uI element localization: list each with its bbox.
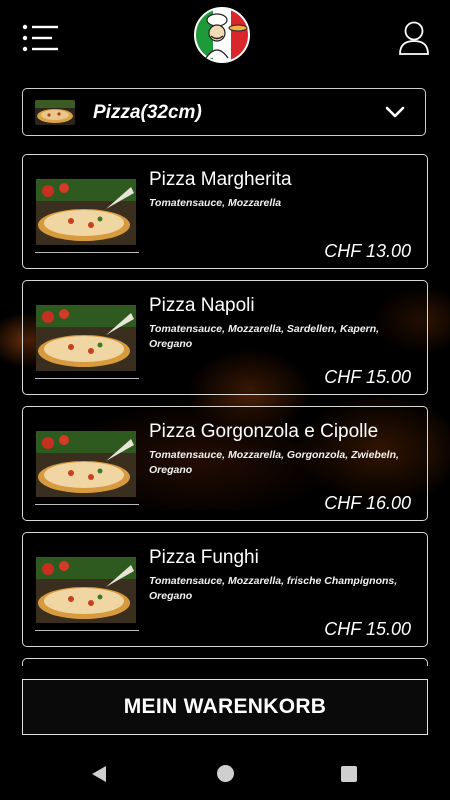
- pizza-image: [36, 557, 136, 623]
- user-account-icon[interactable]: [398, 20, 430, 56]
- product-card[interactable]: [22, 658, 428, 666]
- product-description: Tomatensauce, Mozzarella, Sardellen, Kap…: [149, 323, 380, 350]
- category-dropdown[interactable]: Pizza(32cm): [22, 88, 426, 136]
- pizza-thumbnail: [35, 100, 75, 125]
- image-divider: [35, 378, 139, 379]
- image-divider: [35, 252, 139, 253]
- product-price: CHF 13.00: [324, 241, 411, 261]
- home-icon[interactable]: [217, 765, 234, 782]
- image-divider: [35, 504, 139, 505]
- category-label: Pizza(32cm): [93, 102, 202, 123]
- product-card[interactable]: Pizza Funghi Tomatensauce, Mozzarella, f…: [22, 532, 428, 647]
- pizza-image: [36, 431, 136, 497]
- product-name: Pizza Funghi: [149, 547, 259, 568]
- cart-button[interactable]: MEIN WARENKORB: [22, 679, 428, 735]
- product-name: Pizza Gorgonzola e Cipolle: [149, 421, 379, 442]
- product-price: CHF 16.00: [324, 493, 411, 513]
- product-price: CHF 15.00: [324, 619, 411, 639]
- android-nav-bar: [0, 748, 450, 800]
- product-card[interactable]: Pizza Margherita Tomatensauce, Mozzarell…: [22, 154, 428, 269]
- product-card[interactable]: Pizza Gorgonzola e Cipolle Tomatensauce,…: [22, 406, 428, 521]
- chevron-down-icon: [385, 106, 405, 118]
- app-header: [0, 0, 450, 78]
- product-name: Pizza Margherita: [149, 169, 292, 190]
- product-description: Tomatensauce, Mozzarella, frische Champi…: [149, 575, 398, 602]
- menu-list-icon[interactable]: [22, 24, 60, 52]
- product-description: Tomatensauce, Mozzarella, Gorgonzola, Zw…: [149, 449, 399, 476]
- pizza-chef-logo: [194, 7, 250, 63]
- product-name: Pizza Napoli: [149, 295, 255, 316]
- product-list: Pizza Margherita Tomatensauce, Mozzarell…: [22, 154, 428, 666]
- recent-apps-icon[interactable]: [341, 766, 357, 782]
- product-card[interactable]: Pizza Napoli Tomatensauce, Mozzarella, S…: [22, 280, 428, 395]
- back-icon[interactable]: [91, 765, 107, 783]
- image-divider: [35, 630, 139, 631]
- product-description: Tomatensauce, Mozzarella: [149, 197, 282, 209]
- product-price: CHF 15.00: [324, 367, 411, 387]
- pizza-image: [36, 179, 136, 245]
- cart-button-label: MEIN WARENKORB: [123, 695, 327, 718]
- pizza-image: [36, 305, 136, 371]
